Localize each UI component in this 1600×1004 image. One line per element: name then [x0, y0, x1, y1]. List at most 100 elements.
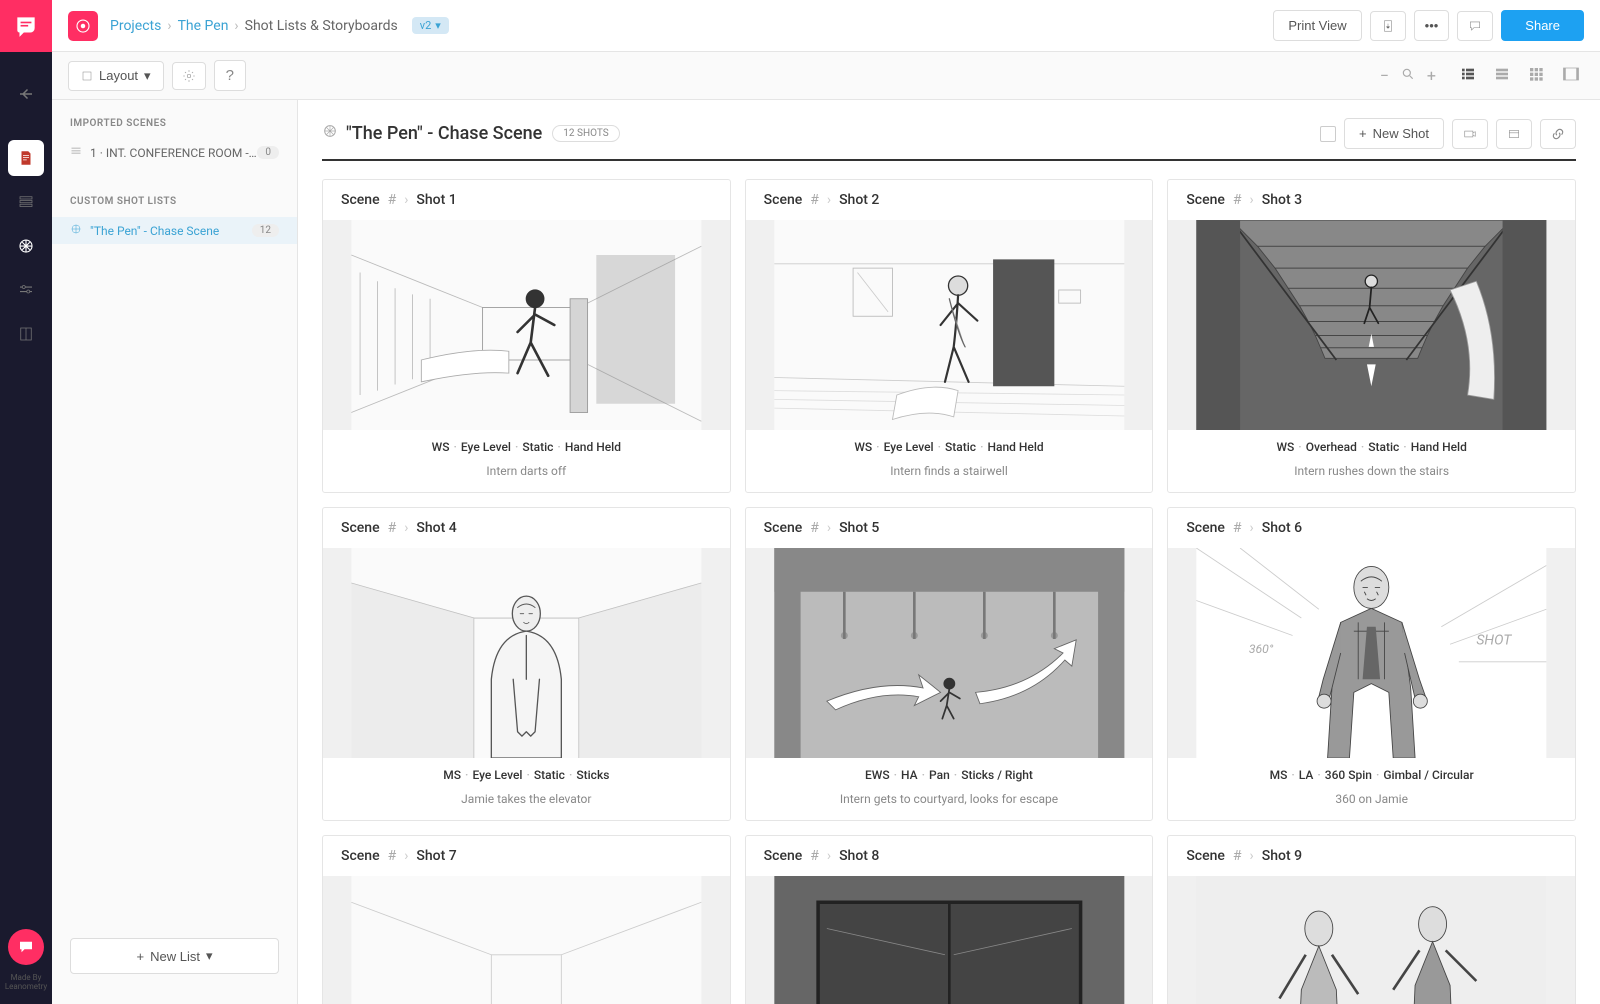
shot-hash: #: [1233, 192, 1242, 208]
view-list-icon[interactable]: [1456, 62, 1480, 90]
shot-card[interactable]: Scene # › Shot 8: [745, 835, 1154, 1004]
shot-name: Shot 3: [1262, 192, 1302, 208]
shot-card[interactable]: Scene # › Shot 5 EWS·HA·Pan·Sticks / Rig…: [745, 507, 1154, 821]
shot-description: Intern finds a stairwell: [746, 458, 1153, 492]
project-icon[interactable]: [68, 11, 98, 41]
view-grid-icon[interactable]: [1524, 62, 1548, 90]
shot-card-header: Scene # › Shot 1: [323, 180, 730, 220]
shot-card[interactable]: Scene # › Shot 1 WS·Eye Level·Static·Han…: [322, 179, 731, 493]
sidebar-item-count: 12: [252, 224, 279, 237]
version-selector[interactable]: v2 ▾: [412, 17, 449, 34]
storyboard-image: [746, 876, 1153, 1004]
shot-card-header: Scene # › Shot 2: [746, 180, 1153, 220]
settings-button[interactable]: [172, 62, 206, 90]
more-options-button[interactable]: •••: [1414, 10, 1450, 41]
nav-breakdown-icon[interactable]: [0, 180, 52, 224]
shot-card[interactable]: Scene # › Shot 4 MS·Eye Level·Static·Sti…: [322, 507, 731, 821]
storyboard-image: [746, 548, 1153, 758]
chevron-right-icon: ›: [1250, 520, 1254, 536]
nav-reports-icon[interactable]: [0, 312, 52, 356]
sidebar-custom-title: CUSTOM SHOT LISTS: [52, 196, 297, 207]
export-button[interactable]: [1370, 11, 1406, 41]
scene-icon: [70, 145, 82, 160]
chevron-right-icon: ›: [827, 192, 831, 208]
new-shot-button[interactable]: + New Shot: [1344, 118, 1444, 149]
comments-button[interactable]: [1457, 11, 1493, 41]
chevron-right-icon: ›: [167, 18, 171, 34]
shot-card-header: Scene # › Shot 7: [323, 836, 730, 876]
shot-card-header: Scene # › Shot 4: [323, 508, 730, 548]
shot-description: Intern gets to courtyard, looks for esca…: [746, 786, 1153, 820]
shot-scene-label: Scene: [1186, 848, 1225, 864]
layout-button[interactable]: Layout ▾: [68, 61, 164, 91]
shot-meta: WS·Eye Level·Static·Hand Held: [323, 430, 730, 458]
chevron-down-icon: ▾: [206, 948, 213, 964]
chevron-right-icon: ›: [827, 848, 831, 864]
shot-meta: EWS·HA·Pan·Sticks / Right: [746, 758, 1153, 786]
view-storyboard-icon[interactable]: [1558, 62, 1584, 90]
shot-card-header: Scene # › Shot 3: [1168, 180, 1575, 220]
main-header: "The Pen" - Chase Scene 12 SHOTS + New S…: [322, 118, 1576, 161]
shot-card[interactable]: Scene # › Shot 3 WS·Overhead·Static·Hand…: [1167, 179, 1576, 493]
shot-scene-label: Scene: [1186, 192, 1225, 208]
svg-text:360°: 360°: [1249, 642, 1274, 656]
shot-name: Shot 2: [839, 192, 879, 208]
breadcrumb-projects[interactable]: Projects: [110, 18, 161, 34]
select-all-checkbox[interactable]: [1320, 126, 1336, 142]
zoom-out-icon[interactable]: −: [1380, 66, 1389, 85]
zoom-reset-icon[interactable]: [1401, 66, 1415, 85]
breadcrumb-current: Shot Lists & Storyboards: [245, 18, 398, 34]
new-list-button[interactable]: + New List ▾: [70, 938, 279, 974]
share-button[interactable]: Share: [1501, 10, 1584, 41]
icon-rail: Made ByLeanometry: [0, 0, 52, 1004]
print-view-button[interactable]: Print View: [1273, 10, 1361, 41]
page-title: "The Pen" - Chase Scene: [322, 123, 542, 144]
shot-description: 360 on Jamie: [1168, 786, 1575, 820]
shot-count-badge: 12 SHOTS: [552, 125, 619, 142]
shot-scene-label: Scene: [341, 192, 380, 208]
shot-hash: #: [810, 520, 819, 536]
toolbar: Layout ▾ ? − +: [52, 52, 1600, 100]
back-icon[interactable]: [0, 72, 52, 116]
app-logo[interactable]: [0, 0, 52, 52]
breadcrumb-project-name[interactable]: The Pen: [178, 18, 229, 34]
shot-card-header: Scene # › Shot 9: [1168, 836, 1575, 876]
help-button[interactable]: ?: [214, 60, 246, 91]
shot-hash: #: [1233, 520, 1242, 536]
shot-meta: MS·LA·360 Spin·Gimbal / Circular: [1168, 758, 1575, 786]
sidebar: IMPORTED SCENES 1 · INT. CONFERENCE ROOM…: [52, 100, 298, 1004]
shot-hash: #: [1233, 848, 1242, 864]
chat-support-icon[interactable]: [8, 929, 44, 965]
storyboard-image: [323, 876, 730, 1004]
shot-scene-label: Scene: [764, 848, 803, 864]
nav-settings-icon[interactable]: [0, 268, 52, 312]
main-content: "The Pen" - Chase Scene 12 SHOTS + New S…: [298, 100, 1600, 1004]
sidebar-imported-scene[interactable]: 1 · INT. CONFERENCE ROOM - DAY 0: [52, 139, 297, 166]
chevron-right-icon: ›: [827, 520, 831, 536]
link-button[interactable]: [1540, 119, 1576, 149]
storyboard-image: [746, 220, 1153, 430]
shot-card[interactable]: Scene # › Shot 9: [1167, 835, 1576, 1004]
sidebar-custom-list[interactable]: "The Pen" - Chase Scene 12: [52, 217, 297, 244]
shot-card[interactable]: Scene # › Shot 7: [322, 835, 731, 1004]
zoom-in-icon[interactable]: +: [1427, 66, 1436, 85]
shot-hash: #: [388, 192, 397, 208]
shot-name: Shot 4: [416, 520, 456, 536]
shot-card[interactable]: Scene # › Shot 2 WS·Eye Level·Static·Han…: [745, 179, 1154, 493]
view-rows-icon[interactable]: [1490, 62, 1514, 90]
camera-button[interactable]: [1452, 119, 1488, 149]
shot-hash: #: [810, 848, 819, 864]
import-button[interactable]: [1496, 119, 1532, 149]
shot-meta: WS·Overhead·Static·Hand Held: [1168, 430, 1575, 458]
nav-shotlist-icon[interactable]: [0, 224, 52, 268]
shot-card[interactable]: Scene # › Shot 6 360° SHOT MS·LA·360 Spi…: [1167, 507, 1576, 821]
nav-documents-icon[interactable]: [8, 140, 44, 176]
shot-scene-label: Scene: [764, 192, 803, 208]
aperture-icon: [322, 123, 338, 144]
storyboard-image: 360° SHOT: [1168, 548, 1575, 758]
storyboard-image: [1168, 220, 1575, 430]
shot-name: Shot 1: [416, 192, 456, 208]
storyboard-image: [323, 220, 730, 430]
shot-hash: #: [388, 848, 397, 864]
shot-grid: Scene # › Shot 1 WS·Eye Level·Static·Han…: [322, 179, 1576, 1004]
